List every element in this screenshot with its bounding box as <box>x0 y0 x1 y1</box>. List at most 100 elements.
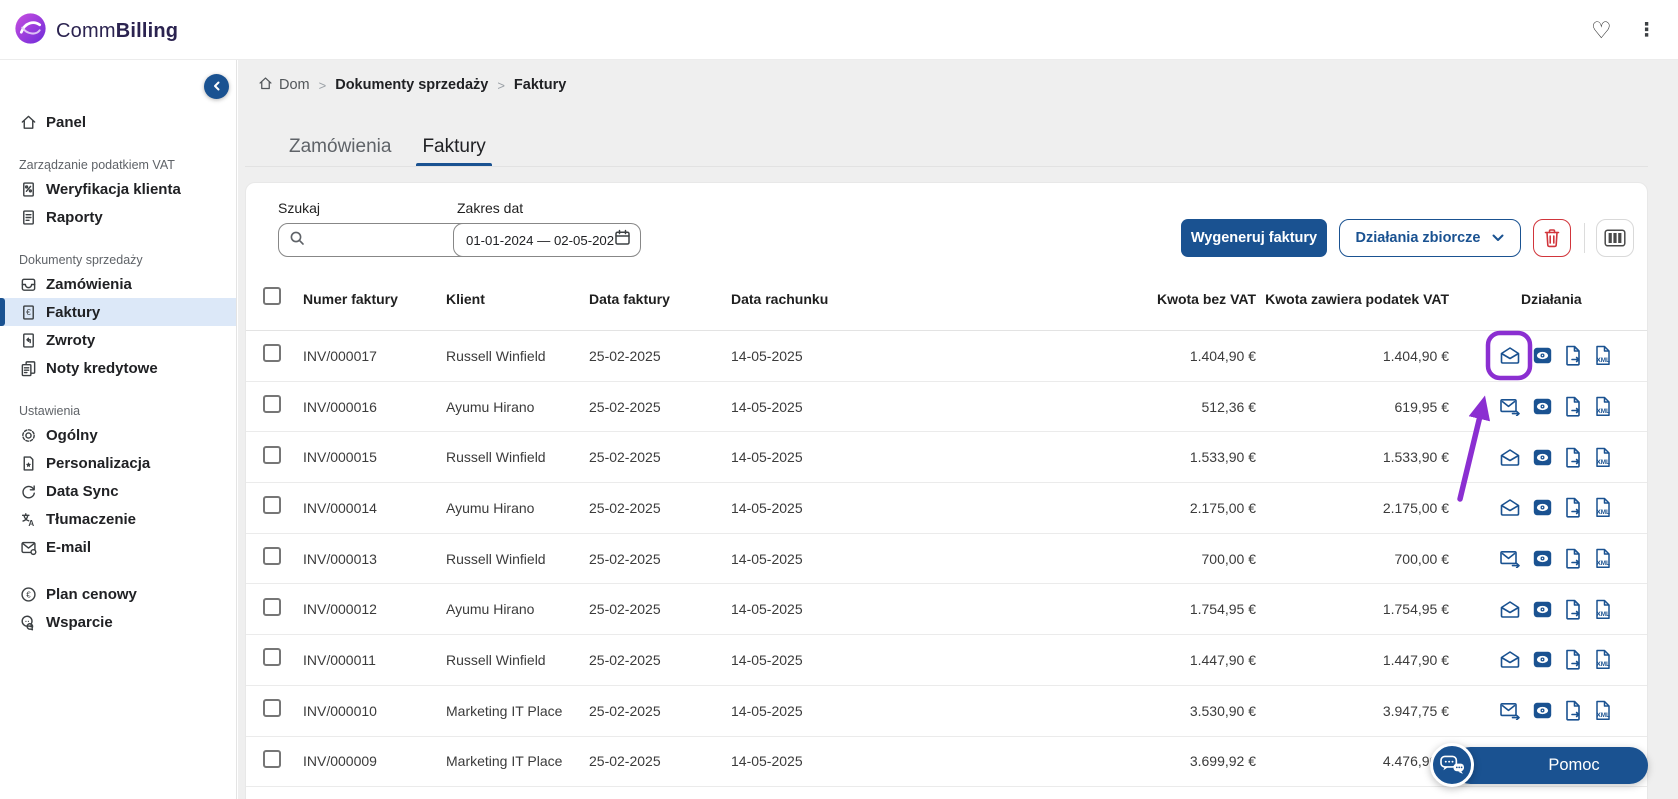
amount-net-cell: 1.533,90 € <box>881 449 1256 465</box>
sidebar-item-label: Personalizacja <box>46 455 150 472</box>
amount-net-cell: 3.530,90 € <box>881 703 1256 719</box>
help-chat-icon[interactable] <box>1430 743 1474 787</box>
svg-text:XML: XML <box>1596 459 1610 466</box>
client-cell: Russell Winfield <box>446 348 589 364</box>
export-document-icon[interactable] <box>1564 700 1582 721</box>
sidebar-item-raporty[interactable]: Raporty <box>0 203 236 231</box>
email-opened-icon[interactable] <box>1499 600 1521 619</box>
email-opened-icon[interactable] <box>1499 448 1521 467</box>
tab-zamowienia[interactable]: Zamówienia <box>289 128 391 166</box>
client-cell: Ayumu Hirano <box>446 399 589 415</box>
export-xml-icon[interactable]: XML <box>1594 649 1613 670</box>
breadcrumb-item-dokumenty[interactable]: Dokumenty sprzedaży <box>335 77 488 93</box>
export-document-icon[interactable] <box>1564 447 1582 468</box>
search-box[interactable] <box>278 223 472 257</box>
column-settings-button[interactable] <box>1596 219 1634 257</box>
email-opened-icon[interactable] <box>1499 346 1521 365</box>
export-document-icon[interactable] <box>1564 396 1582 417</box>
search-input[interactable] <box>312 233 461 248</box>
amount-net-cell: 3.699,92 € <box>881 753 1256 769</box>
sidebar-item-tłumaczenie[interactable]: ATłumaczenie <box>0 505 236 533</box>
sidebar-item-plan-cenowy[interactable]: €Plan cenowy <box>0 580 236 608</box>
email-opened-icon[interactable] <box>1499 498 1521 517</box>
export-xml-icon[interactable]: XML <box>1594 396 1613 417</box>
preview-eye-icon[interactable] <box>1533 550 1552 567</box>
export-document-icon[interactable] <box>1564 497 1582 518</box>
sidebar-item-wsparcie[interactable]: Wsparcie <box>0 608 236 636</box>
export-document-icon[interactable] <box>1564 548 1582 569</box>
preview-eye-icon[interactable] <box>1533 499 1552 516</box>
select-all-checkbox[interactable] <box>263 287 281 305</box>
breadcrumb-home[interactable]: Dom <box>258 76 310 95</box>
invoice-date-cell: 25-02-2025 <box>589 500 731 516</box>
export-document-icon[interactable] <box>1564 599 1582 620</box>
email-send-icon[interactable] <box>1499 701 1521 720</box>
row-checkbox[interactable] <box>263 750 281 768</box>
sidebar-item-personalizacja[interactable]: Personalizacja <box>0 449 236 477</box>
preview-eye-icon[interactable] <box>1533 651 1552 668</box>
svg-text:€: € <box>26 590 31 599</box>
breadcrumb-item-faktury[interactable]: Faktury <box>514 77 566 93</box>
preview-eye-icon[interactable] <box>1533 398 1552 415</box>
export-xml-icon[interactable]: XML <box>1594 548 1613 569</box>
export-xml-icon[interactable]: XML <box>1594 497 1613 518</box>
export-document-icon[interactable] <box>1564 649 1582 670</box>
delete-button[interactable] <box>1533 219 1571 257</box>
column-header-actions: Działania <box>1449 291 1647 307</box>
preview-eye-icon[interactable] <box>1533 347 1552 364</box>
amount-net-cell: 2.175,00 € <box>881 500 1256 516</box>
billing-date-cell: 14-05-2025 <box>731 652 881 668</box>
email-opened-icon[interactable] <box>1499 650 1521 669</box>
tab-faktury[interactable]: Faktury <box>422 128 485 166</box>
row-checkbox[interactable] <box>263 395 281 413</box>
date-range-picker[interactable]: 01-01-2024 — 02-05-202 <box>453 223 641 257</box>
invoice-number-cell: INV/000011 <box>303 652 446 668</box>
invoice-number-cell: INV/000010 <box>303 703 446 719</box>
email-send-icon[interactable] <box>1499 549 1521 568</box>
export-xml-icon[interactable]: XML <box>1594 700 1613 721</box>
sidebar-item-noty-kredytowe[interactable]: Noty kredytowe <box>0 354 236 382</box>
kebab-menu-icon[interactable]: ⋮ <box>1637 0 1656 60</box>
svg-text:XML: XML <box>1596 662 1610 669</box>
sidebar-item-panel[interactable]: Panel <box>0 108 236 136</box>
email-send-icon[interactable] <box>1499 397 1521 416</box>
svg-text:€: € <box>26 307 31 317</box>
row-checkbox[interactable] <box>263 648 281 666</box>
preview-eye-icon[interactable] <box>1533 449 1552 466</box>
help-button[interactable]: Pomoc <box>1452 747 1648 784</box>
data-sync-icon <box>19 482 37 500</box>
sidebar-item-zamówienia[interactable]: Zamówienia <box>0 270 236 298</box>
row-checkbox[interactable] <box>263 598 281 616</box>
export-xml-icon[interactable]: XML <box>1594 599 1613 620</box>
row-checkbox[interactable] <box>263 699 281 717</box>
export-document-icon[interactable] <box>1564 345 1582 366</box>
row-checkbox[interactable] <box>263 547 281 565</box>
bulk-actions-button[interactable]: Działania zbiorcze <box>1339 219 1521 257</box>
sidebar-item-data-sync[interactable]: Data Sync <box>0 477 236 505</box>
sidebar-item-ogólny[interactable]: Ogólny <box>0 421 236 449</box>
sidebar-section-label: Ustawienia <box>0 401 236 421</box>
sidebar-item-label: Raporty <box>46 209 103 226</box>
credit-notes-icon <box>19 359 37 377</box>
sidebar-item-weryfikacja-klienta[interactable]: Weryfikacja klienta <box>0 175 236 203</box>
row-checkbox[interactable] <box>263 344 281 362</box>
invoice-number-cell: INV/000017 <box>303 348 446 364</box>
support-icon <box>19 613 37 631</box>
export-xml-icon[interactable]: XML <box>1594 345 1613 366</box>
breadcrumb-separator: > <box>497 78 505 93</box>
favorite-heart-icon[interactable]: ♡ <box>1591 0 1612 60</box>
sidebar-collapse-button[interactable] <box>204 74 229 99</box>
row-checkbox[interactable] <box>263 446 281 464</box>
row-checkbox[interactable] <box>263 496 281 514</box>
sidebar-item-faktury[interactable]: €Faktury <box>0 298 236 326</box>
preview-eye-icon[interactable] <box>1533 601 1552 618</box>
sidebar-item-zwroty[interactable]: Zwroty <box>0 326 236 354</box>
invoice-number-cell: INV/000015 <box>303 449 446 465</box>
billing-date-cell: 14-05-2025 <box>731 753 881 769</box>
personalization-icon <box>19 454 37 472</box>
generate-invoices-button[interactable]: Wygeneruj faktury <box>1181 219 1327 257</box>
export-xml-icon[interactable]: XML <box>1594 447 1613 468</box>
calendar-icon <box>614 229 631 251</box>
preview-eye-icon[interactable] <box>1533 702 1552 719</box>
sidebar-item-e-mail[interactable]: E-mail <box>0 533 236 561</box>
